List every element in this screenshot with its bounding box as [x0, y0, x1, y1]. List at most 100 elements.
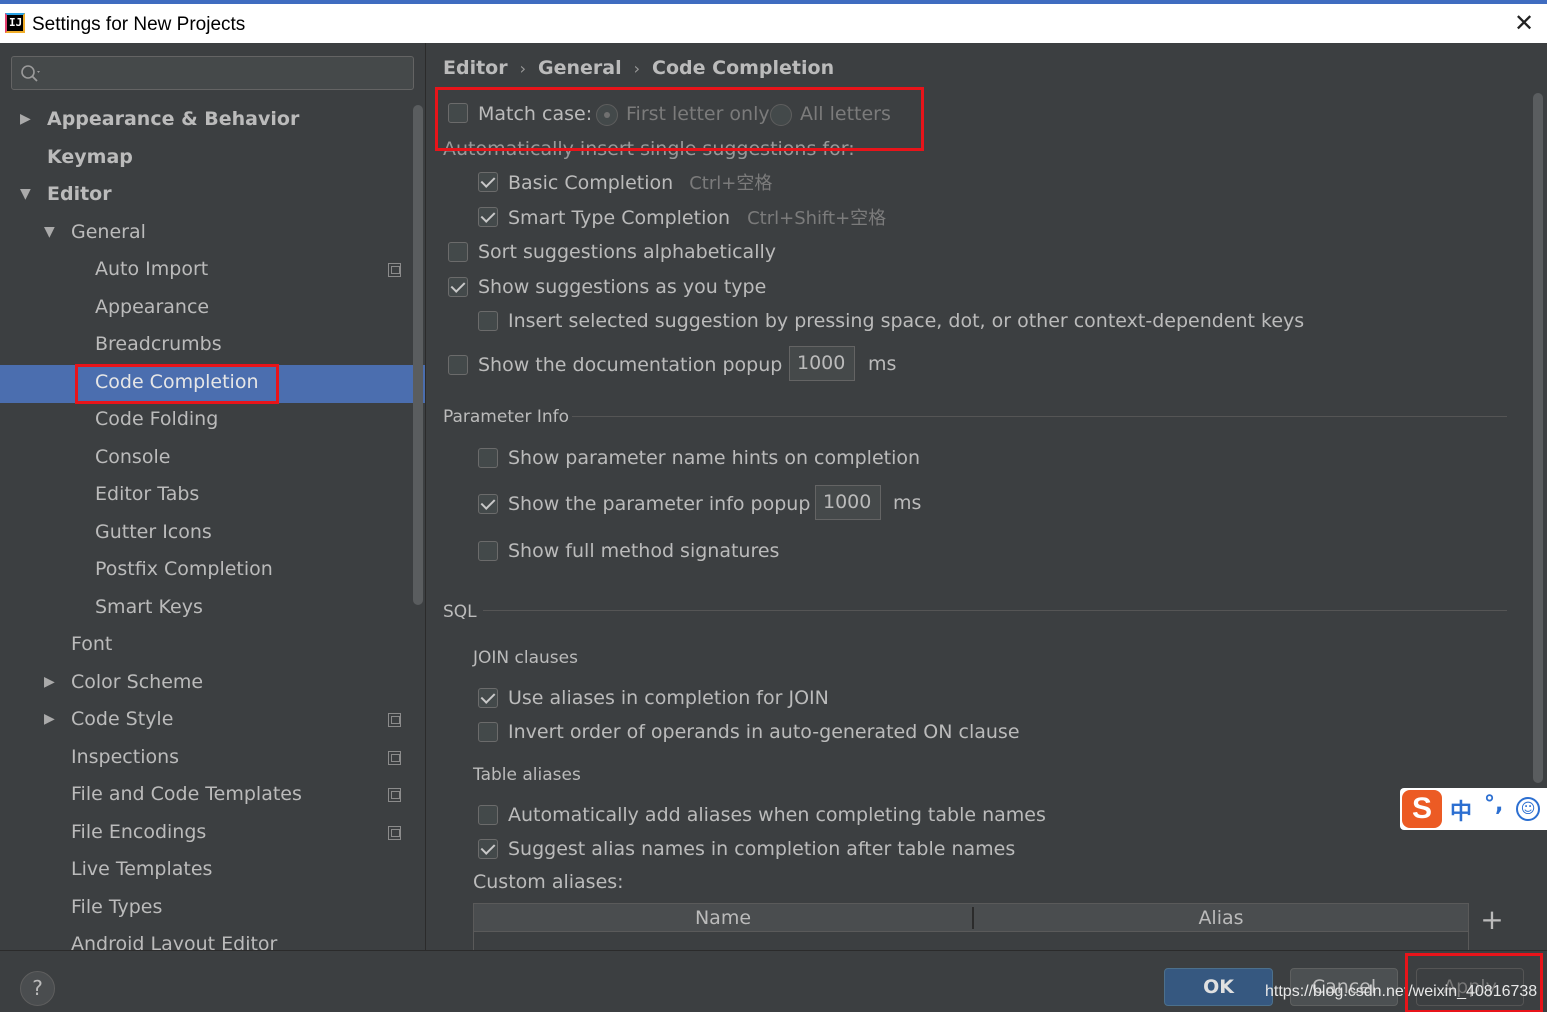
doc-popup-checkbox[interactable] — [448, 355, 468, 375]
join-clauses-title: JOIN clauses — [473, 648, 578, 668]
smart-type-completion-checkbox[interactable] — [478, 207, 498, 227]
search-icon — [21, 65, 40, 82]
expand-arrow-icon[interactable]: ▶ — [44, 664, 55, 701]
ime-emoji-icon[interactable]: ☺ — [1516, 797, 1540, 821]
custom-aliases-table[interactable]: Name Alias — [473, 903, 1469, 950]
tree-item-label: Android Layout Editor — [71, 933, 278, 950]
tree-item-label: Editor — [47, 183, 112, 205]
help-button[interactable]: ? — [20, 971, 55, 1006]
show-as-you-type-checkbox[interactable] — [448, 277, 468, 297]
ime-punctuation-icon[interactable]: °, — [1484, 792, 1503, 817]
insert-selected-label: Insert selected suggestion by pressing s… — [508, 310, 1305, 332]
title-bar: IJ Settings for New Projects ✕ — [0, 0, 1547, 43]
tree-item-label: File Types — [71, 896, 163, 918]
table-aliases-title: Table aliases — [473, 765, 581, 785]
basic-completion-label: Basic Completion — [508, 172, 674, 194]
table-header: Name Alias — [474, 904, 1468, 932]
collapse-arrow-icon[interactable]: ▼ — [20, 176, 31, 213]
tree-item-file-encodings[interactable]: File Encodings — [71, 814, 412, 851]
param-info-delay-input[interactable]: 1000 — [815, 485, 881, 520]
custom-aliases-label: Custom aliases: — [473, 871, 624, 893]
tree-item-file-code-templates[interactable]: File and Code Templates — [71, 776, 412, 813]
project-copy-icon — [388, 751, 401, 765]
tree-item-postfix-completion[interactable]: Postfix Completion — [95, 551, 273, 588]
sort-alpha-checkbox[interactable] — [448, 242, 468, 262]
close-icon[interactable]: ✕ — [1511, 10, 1537, 36]
tree-item-code-folding[interactable]: Code Folding — [95, 401, 218, 438]
tree-item-label: Auto Import — [95, 258, 209, 280]
tree-item-label: Console — [95, 446, 171, 468]
column-header-name[interactable]: Name — [474, 904, 972, 932]
parameter-info-title: Parameter Info — [443, 407, 570, 427]
add-alias-button[interactable]: + — [1479, 906, 1505, 934]
param-info-unit: ms — [893, 492, 922, 514]
expand-arrow-icon[interactable]: ▶ — [44, 701, 55, 738]
insert-selected-checkbox[interactable] — [478, 311, 498, 331]
doc-popup-delay-input[interactable]: 1000 — [789, 346, 855, 381]
project-copy-icon — [388, 263, 401, 277]
tree-item-label: Gutter Icons — [95, 521, 212, 543]
param-info-popup-checkbox[interactable] — [478, 494, 498, 514]
tree-item-label: General — [71, 221, 146, 243]
use-aliases-join-checkbox[interactable] — [478, 688, 498, 708]
tree-item-label: Color Scheme — [71, 671, 204, 693]
annotation-highlight-box — [1405, 953, 1543, 1012]
tree-item-code-style[interactable]: ▶ Code Style — [44, 701, 412, 738]
section-divider — [483, 610, 1507, 611]
basic-completion-row: Basic Completion Ctrl+空格 — [508, 170, 772, 197]
settings-sidebar: ▶ Appearance & Behavior Keymap ▼ Editor … — [0, 43, 426, 950]
tree-item-label: Editor Tabs — [95, 483, 200, 505]
smart-type-completion-shortcut: Ctrl+Shift+空格 — [747, 208, 887, 229]
ime-mode-indicator[interactable]: 中 — [1450, 794, 1472, 826]
tree-item-smart-keys[interactable]: Smart Keys — [95, 589, 203, 626]
show-as-you-type-label: Show suggestions as you type — [478, 276, 767, 298]
tree-item-label: Code Folding — [95, 408, 219, 430]
content-scrollbar[interactable] — [1533, 93, 1543, 783]
tree-item-breadcrumbs[interactable]: Breadcrumbs — [95, 326, 222, 363]
doc-popup-unit: ms — [868, 353, 897, 375]
param-name-hints-checkbox[interactable] — [478, 448, 498, 468]
tree-item-label: Inspections — [71, 746, 180, 768]
sql-title: SQL — [443, 602, 477, 622]
tree-item-font[interactable]: Font — [71, 626, 112, 663]
basic-completion-checkbox[interactable] — [478, 172, 498, 192]
breadcrumb-editor[interactable]: Editor — [443, 57, 508, 79]
collapse-arrow-icon[interactable]: ▼ — [44, 214, 55, 251]
sogou-logo-icon[interactable]: S — [1402, 790, 1442, 828]
chevron-right-icon: › — [633, 59, 641, 78]
ok-button[interactable]: OK — [1164, 968, 1273, 1006]
param-name-hints-label: Show parameter name hints on completion — [508, 447, 921, 469]
tree-item-live-templates[interactable]: Live Templates — [71, 851, 212, 888]
settings-content: Editor › General › Code Completion Match cas… — [427, 43, 1547, 950]
doc-popup-label: Show the documentation popup in — [478, 354, 806, 376]
tree-item-editor-tabs[interactable]: Editor Tabs — [95, 476, 199, 513]
tree-item-console[interactable]: Console — [95, 439, 170, 476]
sidebar-scrollbar[interactable] — [413, 105, 423, 605]
tree-item-auto-import[interactable]: Auto Import — [95, 251, 412, 288]
smart-type-completion-label: Smart Type Completion — [508, 207, 731, 229]
tree-item-file-types[interactable]: File Types — [71, 889, 162, 926]
breadcrumb-general[interactable]: General — [538, 57, 622, 79]
suggest-alias-names-checkbox[interactable] — [478, 839, 498, 859]
sort-alpha-label: Sort suggestions alphabetically — [478, 241, 777, 263]
tree-item-label: Breadcrumbs — [95, 333, 222, 355]
ime-toolbar: S 中 °, ☺ — [1400, 788, 1547, 830]
tree-item-keymap[interactable]: Keymap — [47, 139, 133, 176]
tree-item-inspections[interactable]: Inspections — [71, 739, 412, 776]
search-input[interactable] — [11, 56, 414, 90]
tree-item-label: Postfix Completion — [95, 558, 273, 580]
use-aliases-join-label: Use aliases in completion for JOIN — [508, 687, 829, 709]
column-header-alias[interactable]: Alias — [974, 904, 1468, 932]
tree-item-gutter-icons[interactable]: Gutter Icons — [95, 514, 212, 551]
tree-item-android-layout-editor[interactable]: Android Layout Editor — [71, 926, 277, 950]
invert-order-checkbox[interactable] — [478, 722, 498, 742]
tree-item-general[interactable]: ▼ General — [44, 214, 412, 251]
param-info-popup-label: Show the parameter info popup in — [508, 493, 834, 515]
tree-item-label: Appearance & Behavior — [47, 108, 300, 130]
expand-arrow-icon[interactable]: ▶ — [20, 101, 31, 138]
full-signatures-checkbox[interactable] — [478, 541, 498, 561]
tree-item-label: Live Templates — [71, 858, 213, 880]
tree-item-appearance[interactable]: Appearance — [95, 289, 209, 326]
auto-add-aliases-checkbox[interactable] — [478, 805, 498, 825]
chevron-right-icon: › — [519, 59, 527, 78]
